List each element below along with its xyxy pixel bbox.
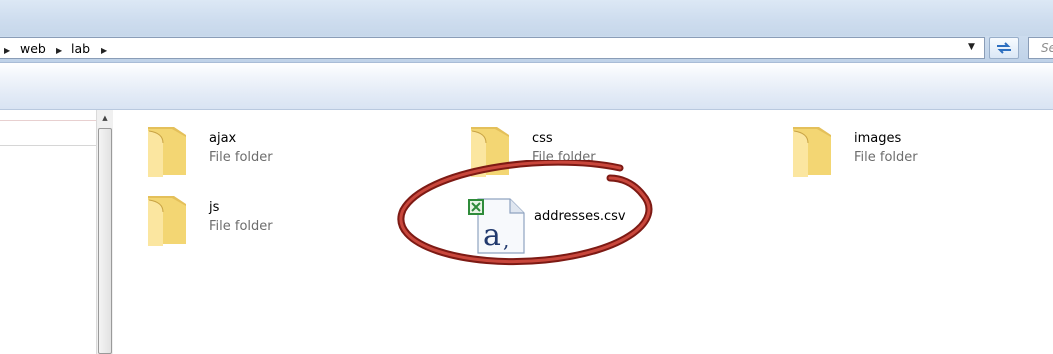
scroll-up-icon[interactable]: ▲ (97, 110, 113, 126)
file-name: ajax (209, 131, 237, 146)
file-name: js (209, 200, 220, 215)
file-type: File folder (854, 150, 918, 165)
navigation-pane (0, 110, 96, 354)
csv-file-icon: a , (468, 198, 525, 254)
history-dropdown-icon[interactable]: ▼ (968, 42, 975, 52)
breadcrumb-separator[interactable]: ▶ (101, 41, 107, 57)
file-item-addresses-csv[interactable]: a , addresses.csv (466, 195, 666, 255)
breadcrumb-item-web[interactable]: web (20, 41, 46, 57)
refresh-button[interactable] (989, 37, 1019, 59)
breadcrumb-separator[interactable]: ▶ (4, 41, 10, 57)
file-item-images[interactable]: images File folder (790, 125, 990, 181)
breadcrumb-item-lab[interactable]: lab (71, 41, 90, 57)
file-name: css (532, 131, 553, 146)
folder-icon (148, 196, 186, 246)
refresh-icon (997, 42, 1011, 54)
scroll-thumb[interactable] (98, 128, 112, 354)
blank-area (755, 185, 981, 269)
file-item-ajax[interactable]: ajax File folder (145, 125, 345, 181)
svg-text:a: a (483, 218, 501, 253)
svg-text:,: , (503, 228, 509, 252)
file-name: addresses.csv (534, 209, 626, 224)
window-title-strip (0, 0, 1053, 36)
address-bar: ▶ web ▶ lab ▶ ▼ Se (0, 36, 1053, 62)
search-input[interactable]: Se (1028, 37, 1053, 59)
breadcrumb-separator[interactable]: ▶ (56, 41, 62, 57)
file-type: File folder (209, 150, 273, 165)
breadcrumb[interactable]: ▶ web ▶ lab ▶ ▼ (0, 37, 985, 59)
file-item-js[interactable]: js File folder (145, 194, 345, 250)
file-name: images (854, 131, 902, 146)
folder-icon (148, 127, 186, 177)
nav-item[interactable] (0, 120, 96, 146)
folder-icon (793, 127, 831, 177)
command-bar (0, 62, 1053, 110)
nav-scrollbar[interactable]: ▲ (96, 110, 113, 354)
blank-area (135, 262, 359, 348)
file-type: File folder (209, 219, 273, 234)
